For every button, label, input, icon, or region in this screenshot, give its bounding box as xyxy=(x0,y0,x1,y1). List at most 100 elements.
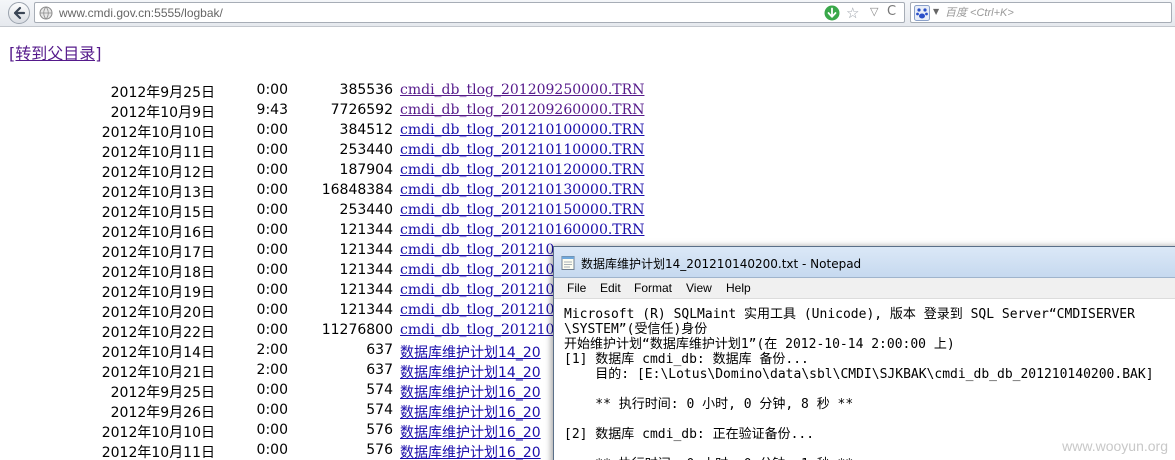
row-file-link[interactable]: cmdi_db_tlog_201210 xyxy=(400,262,554,278)
row-size: 121344 xyxy=(339,282,393,298)
row-date: 2012年10月9日 xyxy=(110,105,215,121)
row-date: 2012年10月12日 xyxy=(101,165,215,181)
bookmark-star-icon[interactable]: ☆ xyxy=(846,4,859,22)
row-date: 2012年10月14日 xyxy=(101,345,215,361)
table-row: 2012年10月13日 0:00 16848384 cmdi_db_tlog_2012… xyxy=(0,180,1175,201)
menu-item-edit[interactable]: Edit xyxy=(600,281,621,295)
row-file-link[interactable]: 数据库维护计划14_20 xyxy=(400,362,541,382)
row-file-link[interactable]: cmdi_db_tlog_201210 xyxy=(400,242,554,258)
row-size: 187904 xyxy=(339,162,393,178)
row-file-link[interactable]: cmdi_db_tlog_201209260000.TRN xyxy=(400,102,644,118)
engine-dropdown-icon[interactable]: ▼ xyxy=(933,7,939,16)
notepad-text-line: [1] 数据库 cmdi_db: 数据库 备份... xyxy=(564,352,809,367)
row-date: 2012年10月20日 xyxy=(101,305,215,321)
go-arrow-icon[interactable] xyxy=(824,5,840,21)
row-time: 0:00 xyxy=(256,322,288,338)
row-file-link[interactable]: 数据库维护计划16_20 xyxy=(400,402,541,422)
row-size: 574 xyxy=(366,402,393,418)
row-size: 7726592 xyxy=(330,102,393,118)
url-text[interactable]: www.cmdi.gov.cn:5555/logbak/ xyxy=(59,6,223,20)
row-size: 121344 xyxy=(339,222,393,238)
row-date: 2012年10月21日 xyxy=(101,365,215,381)
menu-item-help[interactable]: Help xyxy=(726,281,751,295)
row-time: 0:00 xyxy=(256,422,288,438)
menu-item-file[interactable]: File xyxy=(567,281,586,295)
row-file-link[interactable]: cmdi_db_tlog_201210150000.TRN xyxy=(400,202,644,218)
row-date: 2012年9月25日 xyxy=(110,85,215,101)
row-time: 0:00 xyxy=(256,182,288,198)
row-file-link[interactable]: 数据库维护计划16_20 xyxy=(400,382,541,402)
row-date: 2012年10月19日 xyxy=(101,285,215,301)
notepad-icon xyxy=(561,256,575,270)
row-time: 0:00 xyxy=(256,222,288,238)
notepad-menu-bar: File Edit Format View Help xyxy=(554,278,1175,299)
row-file-link[interactable]: cmdi_db_tlog_201210130000.TRN xyxy=(400,182,644,198)
notepad-title-bar[interactable]: 数据库维护计划14_201210140200.txt - Notepad xyxy=(554,247,1175,278)
back-button[interactable] xyxy=(8,2,30,24)
row-file-link[interactable]: cmdi_db_tlog_201210120000.TRN xyxy=(400,162,644,178)
row-size: 253440 xyxy=(339,202,393,218)
row-size: 385536 xyxy=(339,82,393,98)
baidu-paw-icon[interactable] xyxy=(914,5,930,21)
row-size: 253440 xyxy=(339,142,393,158)
row-date: 2012年10月15日 xyxy=(101,205,215,221)
row-size: 121344 xyxy=(339,262,393,278)
notepad-text-area[interactable]: Microsoft (R) SQLMaint 实用工具 (Unicode), 版… xyxy=(554,299,1175,460)
row-file-link[interactable]: cmdi_db_tlog_201210 xyxy=(400,322,554,338)
row-file-link[interactable]: 数据库维护计划16_20 xyxy=(400,442,541,460)
url-dropdown-icon[interactable]: ▽ xyxy=(870,5,878,18)
reload-icon[interactable]: C xyxy=(887,4,896,19)
notepad-text-line: 目的: [E:\Lotus\Domino\data\sbl\CMDI\SJKBA… xyxy=(564,367,1154,382)
row-file-link[interactable]: cmdi_db_tlog_201210 xyxy=(400,302,554,318)
row-date: 2012年10月17日 xyxy=(101,245,215,261)
row-time: 0:00 xyxy=(256,242,288,258)
row-time: 9:43 xyxy=(256,102,288,118)
watermark-text: www.wooyun.org xyxy=(1062,438,1168,454)
row-time: 0:00 xyxy=(256,282,288,298)
row-date: 2012年10月10日 xyxy=(101,425,215,441)
row-time: 0:00 xyxy=(256,382,288,398)
row-file-link[interactable]: cmdi_db_tlog_201210160000.TRN xyxy=(400,222,644,238)
row-size: 11276800 xyxy=(321,322,393,338)
row-file-link[interactable]: 数据库维护计划16_20 xyxy=(400,422,541,442)
row-size: 16848384 xyxy=(321,182,393,198)
row-time: 2:00 xyxy=(256,362,288,378)
table-row: 2012年10月9日 9:43 7726592 cmdi_db_tlog_201209… xyxy=(0,100,1175,121)
row-file-link[interactable]: cmdi_db_tlog_201209250000.TRN xyxy=(400,82,644,98)
row-time: 0:00 xyxy=(256,142,288,158)
row-date: 2012年10月11日 xyxy=(101,445,215,460)
table-row: 2012年9月25日 0:00 385536 cmdi_db_tlog_2012092… xyxy=(0,80,1175,101)
row-date: 2012年10月11日 xyxy=(101,145,215,161)
menu-item-view[interactable]: View xyxy=(686,281,712,295)
back-arrow-icon xyxy=(13,6,26,20)
notepad-title: 数据库维护计划14_201210140200.txt - Notepad xyxy=(581,257,862,271)
row-time: 0:00 xyxy=(256,122,288,138)
row-size: 576 xyxy=(366,442,393,458)
menu-item-format[interactable]: Format xyxy=(634,281,672,295)
row-size: 121344 xyxy=(339,302,393,318)
row-file-link[interactable]: cmdi_db_tlog_201210 xyxy=(400,282,554,298)
table-row: 2012年10月10日 0:00 384512 cmdi_db_tlog_201210… xyxy=(0,120,1175,141)
row-date: 2012年10月13日 xyxy=(101,185,215,201)
notepad-text-line: [2] 数据库 cmdi_db: 正在验证备份... xyxy=(564,427,815,442)
row-size: 574 xyxy=(366,382,393,398)
row-size: 384512 xyxy=(339,122,393,138)
parent-directory-link[interactable]: [转到父目录] xyxy=(9,40,102,64)
row-time: 0:00 xyxy=(256,202,288,218)
row-size: 637 xyxy=(366,342,393,358)
row-size: 637 xyxy=(366,362,393,378)
row-time: 0:00 xyxy=(256,162,288,178)
row-file-link[interactable]: cmdi_db_tlog_201210110000.TRN xyxy=(400,142,644,158)
search-box[interactable]: ▼ xyxy=(910,2,1172,23)
search-input[interactable] xyxy=(945,4,1165,21)
notepad-text-line: ** 执行时间: 0 小时, 0 分钟, 8 秒 ** xyxy=(564,397,854,412)
row-time: 0:00 xyxy=(256,262,288,278)
row-file-link[interactable]: 数据库维护计划14_20 xyxy=(400,342,541,362)
row-time: 2:00 xyxy=(256,342,288,358)
row-file-link[interactable]: cmdi_db_tlog_201210100000.TRN xyxy=(400,122,644,138)
row-date: 2012年9月26日 xyxy=(110,405,215,421)
browser-toolbar: www.cmdi.gov.cn:5555/logbak/ ☆ ▽ C ▼ xyxy=(0,0,1175,27)
notepad-window[interactable]: 数据库维护计划14_201210140200.txt - Notepad Fil… xyxy=(553,246,1175,460)
table-row: 2012年10月11日 0:00 253440 cmdi_db_tlog_201210… xyxy=(0,140,1175,161)
address-bar[interactable]: www.cmdi.gov.cn:5555/logbak/ ☆ ▽ C xyxy=(34,2,905,23)
